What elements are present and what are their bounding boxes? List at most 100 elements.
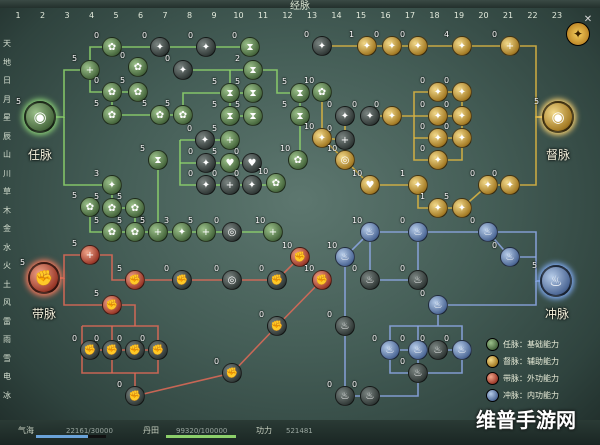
acupoint-node[interactable]: ♨: [360, 386, 380, 406]
acupoint-node[interactable]: +: [335, 130, 355, 150]
acupoint-node[interactable]: ✦: [195, 130, 215, 150]
figure-icon: ✦: [433, 132, 443, 144]
acupoint-node[interactable]: +: [80, 245, 100, 265]
acupoint-node[interactable]: ✦: [172, 222, 192, 242]
figure-icon: ✦: [201, 157, 211, 169]
acupoint-node[interactable]: ✦: [382, 36, 402, 56]
acupoint-node[interactable]: ✦: [173, 60, 193, 80]
acupoint-node[interactable]: ♥: [360, 175, 380, 195]
acupoint-node[interactable]: ✿: [102, 82, 122, 102]
acupoint-node[interactable]: ✿: [102, 37, 122, 57]
acupoint-node[interactable]: ⧗: [148, 150, 168, 170]
acupoint-node[interactable]: ♨: [408, 222, 428, 242]
acupoint-node[interactable]: ⧗: [243, 106, 263, 126]
flame-icon: ♨: [433, 344, 443, 356]
acupoint-node[interactable]: ♨: [408, 270, 428, 290]
acupoint-node[interactable]: ✿: [125, 198, 145, 218]
acupoint-node[interactable]: ♨: [452, 340, 472, 360]
acupoint-node[interactable]: +: [220, 175, 240, 195]
acupoint-node[interactable]: ✊: [125, 270, 145, 290]
meridian-level: 5: [20, 258, 26, 267]
acupoint-node[interactable]: ⧗: [243, 83, 263, 103]
acupoint-node[interactable]: ✦: [360, 106, 380, 126]
acupoint-node[interactable]: ✦: [500, 175, 520, 195]
acupoint-node[interactable]: ✦: [196, 175, 216, 195]
acupoint-node[interactable]: ✿: [150, 105, 170, 125]
acupoint-node[interactable]: ✦: [408, 36, 428, 56]
acupoint-node[interactable]: +: [500, 36, 520, 56]
acupoint-node[interactable]: ✦: [452, 106, 472, 126]
acupoint-node[interactable]: ✊: [80, 340, 100, 360]
acupoint-node[interactable]: ♨: [335, 386, 355, 406]
acupoint-node[interactable]: ◎: [222, 222, 242, 242]
acupoint-node[interactable]: ♨: [360, 222, 380, 242]
acupoint-node[interactable]: ♨: [428, 340, 448, 360]
acupoint-node[interactable]: ♨: [428, 295, 448, 315]
meridian-du-node[interactable]: ◉: [542, 101, 574, 133]
acupoint-node[interactable]: +: [148, 222, 168, 242]
acupoint-node[interactable]: ✊: [125, 386, 145, 406]
plus-icon: +: [505, 40, 515, 52]
acupoint-node[interactable]: ✿: [102, 222, 122, 242]
acupoint-node[interactable]: ✦: [242, 175, 262, 195]
meridian-dai-node[interactable]: ✊: [28, 262, 60, 294]
acupoint-node[interactable]: ✦: [452, 128, 472, 148]
acupoint-node[interactable]: ⧗: [240, 37, 260, 57]
acupoint-node[interactable]: ♨: [478, 222, 498, 242]
dantian-label: 丹田: [143, 426, 159, 435]
acupoint-node[interactable]: ♨: [500, 247, 520, 267]
flame-icon: ♨: [365, 390, 375, 402]
acupoint-node[interactable]: ◎: [335, 150, 355, 170]
acupoint-node[interactable]: ✿: [102, 105, 122, 125]
meridian-ren-node[interactable]: ◉: [24, 101, 56, 133]
acupoint-node[interactable]: ⧗: [290, 83, 310, 103]
acupoint-node[interactable]: ✦: [452, 36, 472, 56]
acupoint-node[interactable]: ✦: [335, 106, 355, 126]
acupoint-node[interactable]: ♨: [360, 270, 380, 290]
acupoint-node[interactable]: ◎: [222, 270, 242, 290]
acupoint-node[interactable]: ✊: [267, 270, 287, 290]
acupoint-node[interactable]: ✦: [428, 198, 448, 218]
acupoint-node[interactable]: ✿: [102, 198, 122, 218]
acupoint-node[interactable]: ✿: [173, 105, 193, 125]
acupoint-node[interactable]: ✦: [452, 82, 472, 102]
acupoint-node[interactable]: ✊: [312, 270, 332, 290]
acupoint-node[interactable]: ✊: [102, 340, 122, 360]
acupoint-node[interactable]: ♨: [408, 363, 428, 383]
acupoint-node[interactable]: ✦: [357, 36, 377, 56]
acupoint-node[interactable]: ⧗: [220, 83, 240, 103]
acupoint-node[interactable]: ♨: [380, 340, 400, 360]
acupoint-node[interactable]: ✦: [428, 150, 448, 170]
heart-icon: ♥: [365, 179, 375, 191]
acupoint-node[interactable]: ♨: [335, 316, 355, 336]
acupoint-node[interactable]: +: [196, 222, 216, 242]
acupoint-node[interactable]: ✿: [288, 150, 308, 170]
acupoint-node[interactable]: ✦: [478, 175, 498, 195]
hourglass-icon: ⧗: [226, 110, 234, 122]
acupoint-node[interactable]: ✊: [148, 340, 168, 360]
acupoint-node[interactable]: ✦: [382, 106, 402, 126]
acupoint-node[interactable]: ✊: [172, 270, 192, 290]
acupoint-node[interactable]: ✦: [428, 82, 448, 102]
acupoint-node[interactable]: ⧗: [243, 60, 263, 80]
acupoint-node[interactable]: ✊: [125, 340, 145, 360]
acupoint-node[interactable]: ✦: [196, 37, 216, 57]
acupoint-node[interactable]: ✿: [125, 222, 145, 242]
acupoint-node[interactable]: ✦: [312, 36, 332, 56]
acupoint-node[interactable]: ✦: [196, 153, 216, 173]
acupoint-node[interactable]: ✿: [312, 82, 332, 102]
acupoint-node[interactable]: ♨: [408, 340, 428, 360]
acupoint-node[interactable]: ✿: [266, 173, 286, 193]
acupoint-node[interactable]: ⧗: [220, 106, 240, 126]
acupoint-node[interactable]: ✊: [222, 363, 242, 383]
acupoint-level: 5: [140, 144, 146, 153]
meridian-chong-name: 冲脉: [544, 307, 569, 321]
acupoint-node[interactable]: ✊: [102, 295, 122, 315]
acupoint-node[interactable]: ✦: [428, 128, 448, 148]
acupoint-node[interactable]: ✊: [267, 316, 287, 336]
acupoint-node[interactable]: +: [263, 222, 283, 242]
meridian-chong-node[interactable]: ♨: [540, 265, 572, 297]
eye-icon: ◉: [551, 108, 565, 126]
acupoint-node[interactable]: ✿: [128, 57, 148, 77]
acupoint-node[interactable]: ✦: [452, 198, 472, 218]
